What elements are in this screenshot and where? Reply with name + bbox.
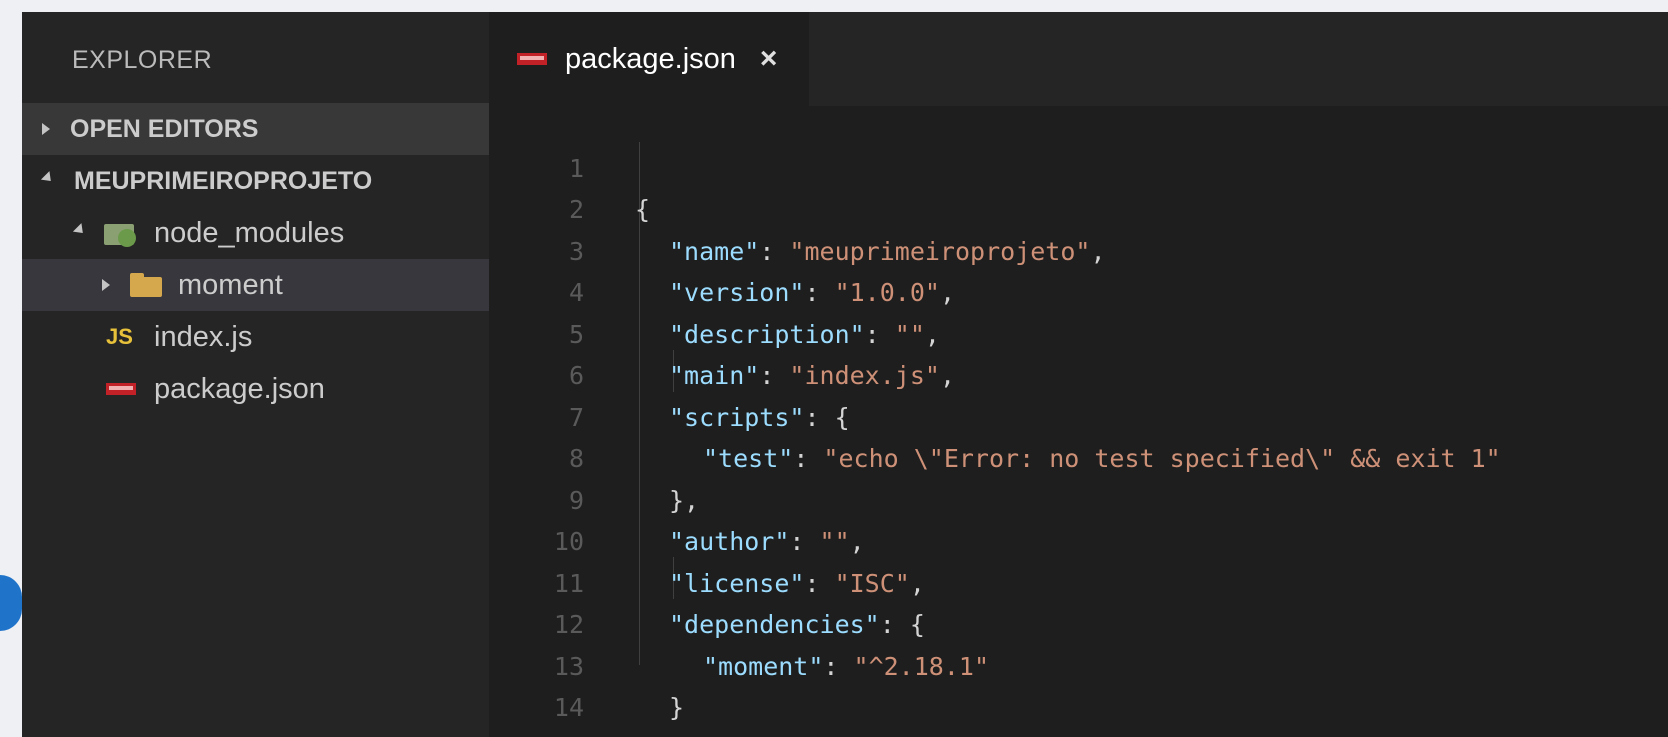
project-label: MEUPRIMEIROPROJETO [74, 166, 373, 195]
editor-tab-bar: package.json × [489, 12, 1668, 106]
tree-item-package-json[interactable]: package.json [22, 363, 489, 415]
json-value: "" [819, 527, 850, 556]
folder-icon [130, 273, 162, 297]
tab-label: package.json [565, 42, 736, 75]
code-line: 4 "description": "", [489, 231, 940, 349]
code-line: 9 "author": "", [489, 438, 865, 557]
code-line: 6 "scripts": { [489, 314, 850, 432]
json-key: "license" [669, 568, 805, 598]
code-line: 7 "test": "echo \"Error: no test specifi… [489, 355, 1501, 474]
vscode-window: EXPLORER OPEN EDITORS MEUPRIMEIROPROJETO… [22, 12, 1668, 737]
tree-item-label: moment [178, 268, 283, 301]
code-line: 5 "main": "index.js", [489, 272, 955, 391]
tree-item-index-js[interactable]: JS index.js [22, 311, 489, 363]
code-editor[interactable]: 1 { 2 "name": "meuprimeiroprojeto", 3 "v… [489, 106, 1668, 737]
json-value: "meuprimeiroprojeto" [789, 236, 1091, 266]
line-number: 14 [553, 693, 584, 722]
code-line: 1 { [489, 106, 650, 225]
project-section[interactable]: MEUPRIMEIROPROJETO [22, 155, 489, 207]
json-key: "test" [703, 444, 794, 473]
json-value: "^2.18.1" [853, 651, 989, 681]
open-editors-section[interactable]: OPEN EDITORS [22, 103, 489, 155]
node-modules-folder-icon [104, 220, 138, 247]
tree-item-label: node_modules [154, 216, 345, 249]
explorer-title: EXPLORER [72, 46, 213, 74]
json-key: "main" [669, 361, 760, 390]
chevron-right-icon [102, 279, 110, 291]
code-line: 8 }, [489, 397, 699, 515]
chevron-down-icon [72, 223, 88, 238]
tree-item-label: package.json [154, 372, 325, 405]
code-line: 10 "license": "ISC", [489, 480, 925, 598]
chevron-down-icon [40, 171, 56, 186]
tab-package-json[interactable]: package.json × [489, 12, 809, 106]
code-line: 3 "version": "1.0.0", [489, 189, 955, 308]
tree-item-node-modules[interactable]: node_modules [22, 207, 489, 259]
json-value: "1.0.0" [834, 278, 940, 307]
code-token: }, [669, 485, 700, 515]
json-key: "name" [669, 236, 760, 266]
npm-file-icon [517, 53, 547, 65]
json-key: "version" [669, 278, 805, 307]
code-line: 2 "name": "meuprimeiroprojeto", [489, 148, 1106, 266]
open-editors-label: OPEN EDITORS [70, 114, 259, 143]
floating-avatar[interactable] [0, 575, 22, 631]
code-line: 14 } [489, 646, 650, 737]
code-token: } [669, 693, 685, 722]
js-file-icon: JS [106, 324, 133, 349]
code-token: { [635, 195, 651, 224]
json-value: "" [894, 319, 925, 349]
json-key: "scripts" [669, 402, 805, 432]
code-line: 12 "moment": "^2.18.1" [489, 563, 989, 681]
tree-item-label: index.js [154, 320, 253, 353]
close-icon[interactable]: × [760, 42, 778, 76]
code-line: 13 } [489, 604, 684, 723]
tree-item-moment[interactable]: moment [22, 259, 489, 311]
json-value: "echo \"Error: no test specified\" && ex… [823, 444, 1501, 473]
json-value: "ISC" [834, 568, 910, 598]
json-key: "moment" [703, 651, 824, 681]
json-key: "description" [669, 319, 865, 349]
explorer-sidebar: EXPLORER OPEN EDITORS MEUPRIMEIROPROJETO… [22, 12, 489, 737]
code-line: 11 "dependencies": { [489, 521, 925, 640]
npm-file-icon [106, 383, 136, 395]
json-value: "index.js" [789, 361, 940, 390]
json-key: "dependencies" [669, 610, 880, 639]
chevron-right-icon [42, 123, 50, 135]
json-key: "author" [669, 527, 790, 556]
